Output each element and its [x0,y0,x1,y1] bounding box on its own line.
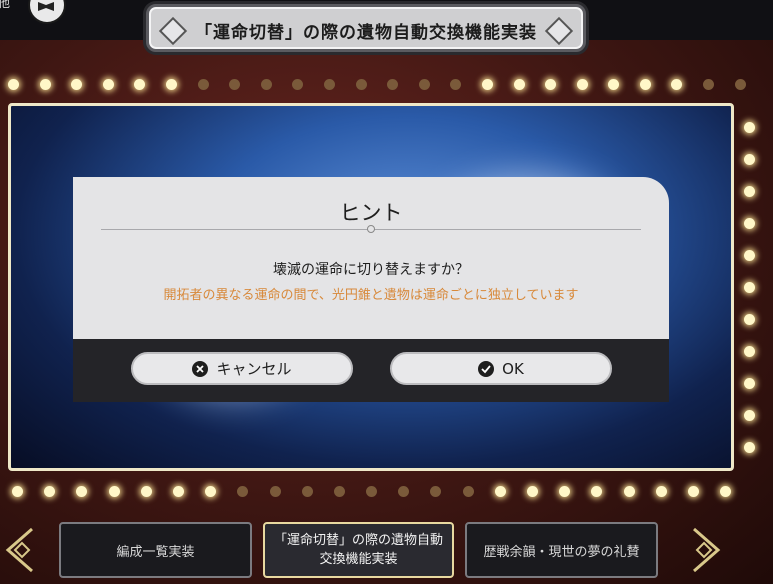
light-bulb [71,79,83,90]
light-bulb [744,314,755,325]
ok-label: OK [502,359,524,378]
tab-path-switch-relics[interactable]: 「運命切替」の際の遺物自動交換機能実装 [263,522,454,578]
tab-label: 「運命切替」の際の遺物自動交換機能実装 [273,533,443,567]
light-bulb [623,486,635,497]
light-bulb [559,486,571,497]
light-bulb [108,486,120,497]
marquee-lights-right [744,122,755,453]
light-bulb [744,410,755,421]
light-bulb [639,79,651,90]
light-bulb [229,79,241,90]
book-icon[interactable] [28,0,66,24]
light-bulb [237,486,249,497]
light-bulb [172,486,184,497]
light-bulb [197,79,209,90]
light-bulb [355,79,367,90]
tab-label: 編成一覧実装 [116,544,195,560]
light-bulb [387,79,399,90]
light-bulb [591,486,603,497]
corner-label: 他 [0,0,11,10]
light-bulb [12,486,23,497]
light-bulb [744,250,755,261]
tab-veteran-echo[interactable]: 歴戦余韻・現世の夢の礼賛 [465,522,658,578]
light-bulb [703,79,715,90]
title-plate: 「運命切替」の際の遺物自動交換機能実装 [146,4,586,52]
light-bulb [462,486,474,497]
light-bulb [134,79,146,90]
light-bulb [744,442,755,453]
light-bulb [450,79,462,90]
light-bulb [687,486,699,497]
light-bulb [333,486,345,497]
hint-dialog: ヒント 壊滅の運命に切り替えますか？ 開拓者の異なる運命の間で、光円錐と遺物は運… [73,177,669,402]
light-bulb [292,79,304,90]
light-bulb [744,346,755,357]
dialog-message: 壊滅の運命に切り替えますか？ [273,262,469,278]
next-arrow-icon[interactable] [690,527,724,573]
previous-arrow-icon[interactable] [2,527,36,573]
light-bulb [734,79,746,90]
light-bulb [513,79,525,90]
light-bulb [671,79,683,90]
light-bulb [323,79,335,90]
light-bulb [744,122,755,133]
marquee-lights-top [8,79,746,90]
tab-formation-list[interactable]: 編成一覧実装 [59,522,252,578]
dialog-body: ヒント 壊滅の運命に切り替えますか？ 開拓者の異なる運命の間で、光円錐と遺物は運… [73,177,669,339]
light-bulb [744,218,755,229]
tab-label: 歴戦余韻・現世の夢の礼賛 [483,544,640,560]
ok-button[interactable]: OK [390,352,612,385]
event-stage-background: 他 「運命切替」の際の遺物自動交換機能実装 ヒント 壊滅の運命に切り替えますか？… [0,0,773,584]
bottom-navigation: 編成一覧実装 「運命切替」の際の遺物自動交換機能実装 歴戦余韻・現世の夢の礼賛 [0,505,773,584]
check-icon [478,360,495,377]
light-bulb [301,486,313,497]
light-bulb [527,486,538,497]
light-bulb [720,486,732,497]
cancel-label: キャンセル [216,360,292,378]
light-bulb [398,486,410,497]
light-bulb [165,79,177,90]
marquee-lights-bottom [12,486,732,497]
dialog-title: ヒント [339,201,403,225]
light-bulb [418,79,430,90]
light-bulb [744,378,755,389]
light-bulb [269,486,281,497]
light-bulb [205,486,217,497]
light-bulb [494,486,506,497]
dialog-note: 開拓者の異なる運命の間で、光円錐と遺物は運命ごとに独立しています [163,288,579,303]
light-bulb [576,79,588,90]
light-bulb [608,79,620,90]
light-bulb [260,79,272,90]
light-bulb [140,486,152,497]
page-title: 「運命切替」の際の遺物自動交換機能実装 [195,23,537,43]
divider-ornament-icon [367,225,375,233]
light-bulb [481,79,493,90]
light-bulb [39,79,51,90]
close-icon [192,360,209,377]
light-bulb [744,154,755,165]
light-bulb [545,79,557,90]
light-bulb [8,79,19,90]
light-bulb [744,186,755,197]
cancel-button[interactable]: キャンセル [131,352,353,385]
light-bulb [744,282,755,293]
light-bulb [366,486,378,497]
light-bulb [430,486,442,497]
light-bulb [102,79,114,90]
light-bulb [655,486,667,497]
light-bulb [44,486,56,497]
light-bulb [76,486,88,497]
